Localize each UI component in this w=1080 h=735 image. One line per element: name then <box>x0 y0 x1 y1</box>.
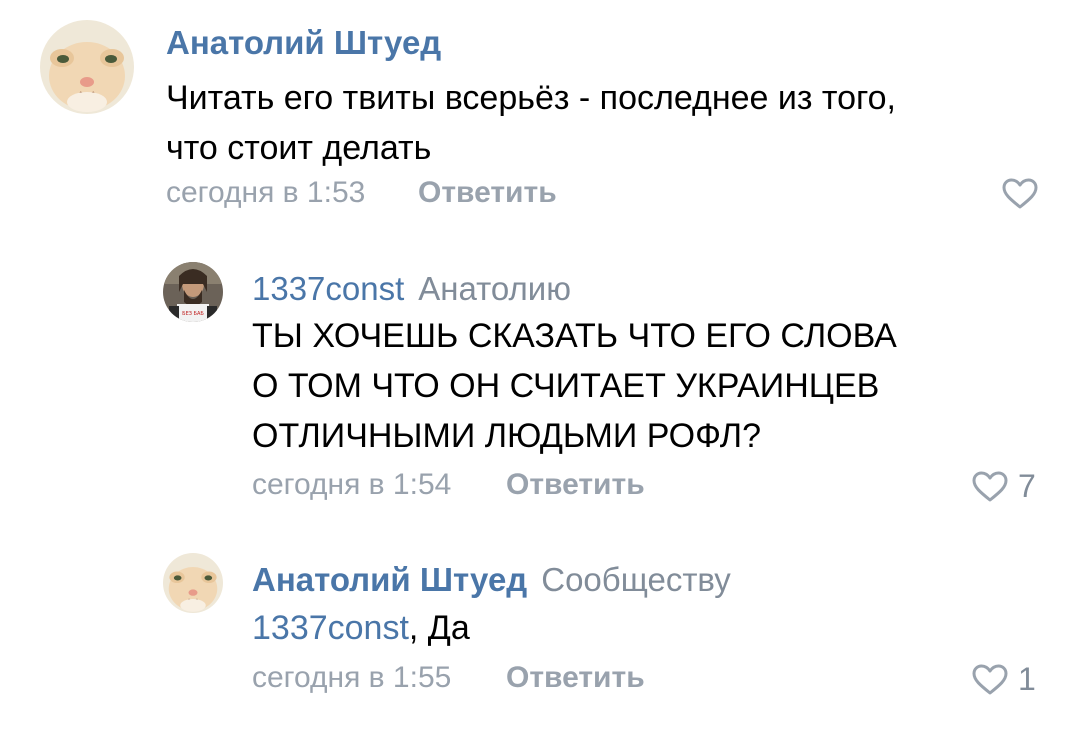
reply-to-label[interactable]: Анатолию <box>418 270 571 307</box>
comment-text: Читать его твиты всерьёз - последнее из … <box>166 73 896 173</box>
comment-text-line: что стоит делать <box>166 129 432 167</box>
cat-avatar-icon <box>40 20 134 114</box>
author-name[interactable]: Анатолий Штуед <box>252 561 527 598</box>
comment: БЕЗ БАБ 1337const Анатолию ТЫ ХОЧЕШЬ СКАЗ… <box>0 250 1080 510</box>
comment-text-line: ТЫ ХОЧЕШЬ СКАЗАТЬ ЧТО ЕГО СЛОВА <box>252 317 897 355</box>
author-name[interactable]: 1337const <box>252 270 404 307</box>
reply-button[interactable]: Ответить <box>418 176 557 210</box>
heart-outline-icon <box>972 471 1008 501</box>
avatar[interactable] <box>163 553 223 613</box>
comment: Анатолий Штуед Сообществу 1337const, Да с… <box>0 545 1080 735</box>
reply-button[interactable]: Ответить <box>506 661 645 695</box>
comment-author: 1337const Анатолию <box>252 270 571 308</box>
comment-text: ТЫ ХОЧЕШЬ СКАЗАТЬ ЧТО ЕГО СЛОВА О ТОМ ЧТ… <box>252 311 897 461</box>
comment-text-line: О ТОМ ЧТО ОН СЧИТАЕТ УКРАИНЦЕВ <box>252 367 880 405</box>
avatar[interactable]: БЕЗ БАБ <box>163 262 223 322</box>
author-name[interactable]: Анатолий Штуед <box>166 24 441 61</box>
comment-thread: Анатолий Штуед Читать его твиты всерьёз … <box>0 0 1080 735</box>
comment-author[interactable]: Анатолий Штуед <box>166 24 441 62</box>
reply-to-label[interactable]: Сообществу <box>541 561 731 598</box>
comment-text-line: ОТЛИЧНЫМИ ЛЮДЬМИ РОФЛ? <box>252 417 762 455</box>
like-count: 1 <box>1018 661 1036 697</box>
comment-date: сегодня в 1:54 <box>252 468 452 501</box>
mention-link[interactable]: 1337const <box>252 609 409 647</box>
reply-button[interactable]: Ответить <box>506 468 645 502</box>
comment-date: сегодня в 1:53 <box>166 176 366 209</box>
heart-outline-icon <box>1002 178 1038 209</box>
comment-author: Анатолий Штуед Сообществу <box>252 561 731 599</box>
like-button[interactable]: 7 <box>972 468 1036 505</box>
like-button[interactable] <box>1002 178 1038 210</box>
comment-text-rest: , Да <box>408 609 470 647</box>
like-button[interactable]: 1 <box>972 661 1036 698</box>
heart-outline-icon <box>972 664 1008 694</box>
cat-avatar-icon <box>163 553 223 613</box>
comment-date: сегодня в 1:55 <box>252 661 452 694</box>
comment-text-line: Читать его твиты всерьёз - последнее из … <box>166 79 897 117</box>
avatar[interactable] <box>40 20 134 114</box>
avatar-shirt-text: БЕЗ БАБ <box>182 311 204 317</box>
man-avatar-icon: БЕЗ БАБ <box>163 262 223 322</box>
like-count: 7 <box>1018 468 1036 504</box>
comment: Анатолий Штуед Читать его твиты всерьёз … <box>0 0 1080 230</box>
comment-text: 1337const, Да <box>252 603 470 653</box>
